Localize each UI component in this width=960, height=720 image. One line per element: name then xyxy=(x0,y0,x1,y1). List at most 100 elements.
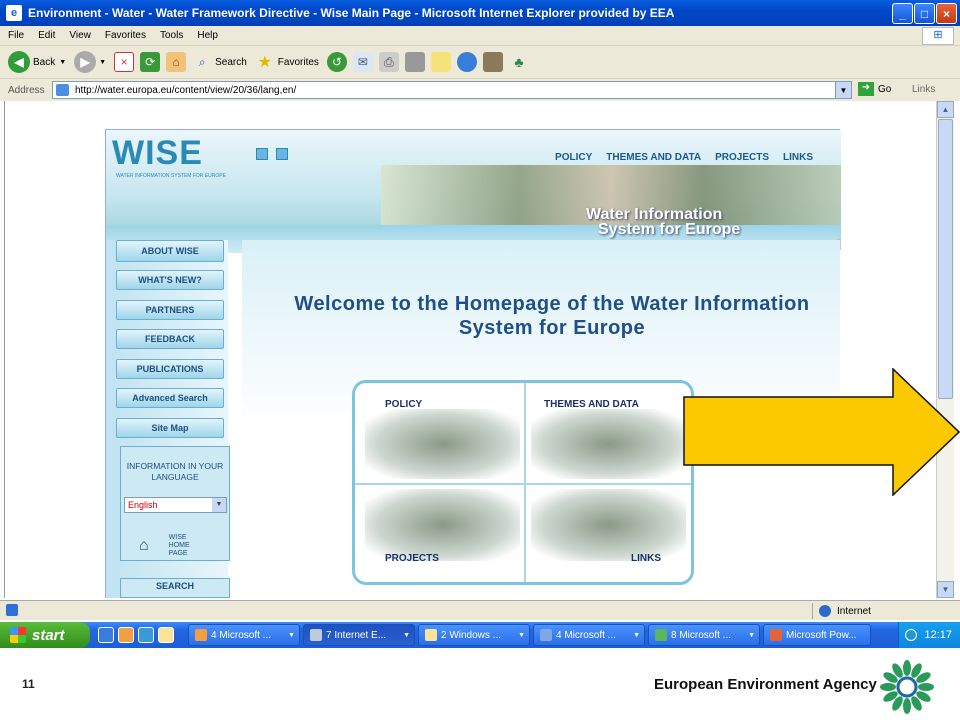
globe-icon[interactable] xyxy=(456,52,477,72)
eea-brand: European Environment Agency xyxy=(654,676,877,693)
menu-bar: File Edit View Favorites Tools Help ⊞ xyxy=(0,26,960,46)
address-bar: Address http://water.europa.eu/content/v… xyxy=(0,79,960,101)
search-button[interactable]: ⌕ Search xyxy=(192,52,247,72)
font-down-icon[interactable] xyxy=(276,148,288,160)
menu-file[interactable]: File xyxy=(8,30,24,41)
address-dropdown-icon[interactable]: ▼ xyxy=(835,82,851,98)
task-dropdown-icon: ▼ xyxy=(288,631,295,639)
history-icon[interactable]: ↺ xyxy=(326,52,347,72)
home-icon[interactable]: ⌂ xyxy=(166,52,187,72)
panel-policy-label: POLICY xyxy=(385,399,423,410)
forward-dropdown-icon[interactable]: ▼ xyxy=(99,59,106,66)
top-nav-links[interactable]: LINKS xyxy=(783,152,813,163)
back-button[interactable]: ◀ Back ▼ xyxy=(8,51,66,73)
menu-help[interactable]: Help xyxy=(197,30,218,41)
refresh-icon[interactable]: ⟳ xyxy=(140,52,161,72)
wise-home-button[interactable]: ⌂ WISE HOME PAGE xyxy=(135,534,225,557)
side-nav-feedback[interactable]: FEEDBACK xyxy=(116,329,224,349)
note-icon[interactable] xyxy=(430,52,451,72)
star-icon: ★ xyxy=(257,54,272,71)
side-nav-partners[interactable]: PARTNERS xyxy=(116,300,224,320)
search-box: SEARCH xyxy=(120,578,230,598)
go-label: Go xyxy=(878,83,892,95)
scroll-down-icon[interactable]: ▼ xyxy=(937,581,954,598)
wise-logo-sub: WATER INFORMATION SYSTEM FOR EUROPE xyxy=(116,173,226,179)
messenger-icon[interactable]: ♣ xyxy=(509,52,529,72)
top-nav-projects[interactable]: PROJECTS xyxy=(715,152,769,163)
word-icon xyxy=(540,629,552,641)
system-tray: 12:17 xyxy=(898,622,960,648)
scroll-up-icon[interactable]: ▲ xyxy=(937,101,954,118)
print-icon[interactable]: ⎙ xyxy=(378,52,399,72)
quick-launch xyxy=(98,627,174,643)
menu-view[interactable]: View xyxy=(69,30,91,41)
task-windows-explorer[interactable]: 2 Windows ... ▼ xyxy=(418,624,530,646)
slide-number: 11 xyxy=(22,677,35,691)
favorites-label: Favorites xyxy=(277,56,319,68)
forward-button[interactable]: ▶ ▼ xyxy=(74,51,106,73)
panel-projects[interactable]: PROJECTS xyxy=(355,485,525,582)
font-up-icon[interactable] xyxy=(256,148,268,160)
address-url: http://water.europa.eu/content/view/20/3… xyxy=(75,84,297,96)
ie-icon xyxy=(310,629,322,641)
menu-favorites[interactable]: Favorites xyxy=(105,30,146,41)
task-internet-explorer[interactable]: 7 Internet E... ▼ xyxy=(303,624,415,646)
favorites-button[interactable]: ★ Favorites xyxy=(255,52,319,72)
folder-quicklaunch-icon[interactable] xyxy=(158,627,174,643)
stop-icon[interactable]: × xyxy=(114,52,135,72)
panel-themes[interactable]: THEMES AND DATA xyxy=(526,383,691,484)
folder-icon xyxy=(425,629,437,641)
home-icon: ⌂ xyxy=(139,537,149,554)
ie-quicklaunch-icon[interactable] xyxy=(98,627,114,643)
eea-logo-icon xyxy=(880,660,934,714)
task-excel-label: 8 Microsoft ... xyxy=(671,629,732,641)
title-bar: e Environment - Water - Water Framework … xyxy=(0,0,960,26)
task-powerpoint[interactable]: Microsoft Pow... xyxy=(763,624,871,646)
scroll-thumb[interactable] xyxy=(938,119,953,399)
menu-tools[interactable]: Tools xyxy=(160,30,183,41)
excel-icon xyxy=(655,629,667,641)
address-input[interactable]: http://water.europa.eu/content/view/20/3… xyxy=(52,81,852,99)
go-button[interactable]: ➜ Go xyxy=(858,82,891,96)
back-dropdown-icon[interactable]: ▼ xyxy=(59,59,66,66)
start-button[interactable]: start xyxy=(0,622,90,648)
top-nav-themes[interactable]: THEMES AND DATA xyxy=(606,152,701,163)
task-word-label: 4 Microsoft ... xyxy=(556,629,617,641)
mail-icon[interactable]: ✉ xyxy=(352,52,373,72)
task-excel[interactable]: 8 Microsoft ... ▼ xyxy=(648,624,760,646)
font-size-controls xyxy=(256,148,288,160)
language-select[interactable]: English ▼ xyxy=(124,497,227,513)
edit-icon[interactable] xyxy=(404,52,425,72)
powerpoint-icon xyxy=(770,629,782,641)
side-nav-advanced-search[interactable]: Advanced Search xyxy=(116,388,224,408)
panel-themes-label: THEMES AND DATA xyxy=(544,399,639,410)
panel-policy[interactable]: POLICY xyxy=(355,383,525,484)
minimize-button[interactable]: _ xyxy=(892,3,913,24)
close-button[interactable]: × xyxy=(936,3,957,24)
security-zone: Internet xyxy=(812,603,871,619)
panel-projects-label: PROJECTS xyxy=(385,553,439,564)
banner-title-line-2: System for Europe xyxy=(598,221,741,238)
research-icon[interactable] xyxy=(482,52,503,72)
outlook-quicklaunch-icon[interactable] xyxy=(118,627,134,643)
internet-globe-icon xyxy=(819,605,831,617)
start-label: start xyxy=(32,626,65,644)
top-nav-policy[interactable]: POLICY xyxy=(555,152,592,163)
side-nav-site-map[interactable]: Site Map xyxy=(116,418,224,438)
side-nav-publications[interactable]: PUBLICATIONS xyxy=(116,359,224,379)
side-nav-about[interactable]: ABOUT WISE xyxy=(116,240,224,262)
panel-links[interactable]: LINKS xyxy=(526,485,691,582)
side-nav-whats-new[interactable]: WHAT'S NEW? xyxy=(116,270,224,290)
menu-edit[interactable]: Edit xyxy=(38,30,55,41)
task-outlook[interactable]: 4 Microsoft ... ▼ xyxy=(188,624,300,646)
tray-icon[interactable] xyxy=(905,629,917,641)
top-nav: POLICY THEMES AND DATA PROJECTS LINKS xyxy=(555,152,813,163)
vertical-scrollbar[interactable]: ▲ ▼ xyxy=(936,101,954,598)
browser-quicklaunch-icon[interactable] xyxy=(138,627,154,643)
wise-logo[interactable]: WISE xyxy=(112,134,203,173)
task-dropdown-icon: ▼ xyxy=(633,631,640,639)
task-word[interactable]: 4 Microsoft ... ▼ xyxy=(533,624,645,646)
maximize-button[interactable]: □ xyxy=(914,3,935,24)
address-label: Address xyxy=(8,84,45,96)
links-button[interactable]: Links xyxy=(912,84,935,95)
